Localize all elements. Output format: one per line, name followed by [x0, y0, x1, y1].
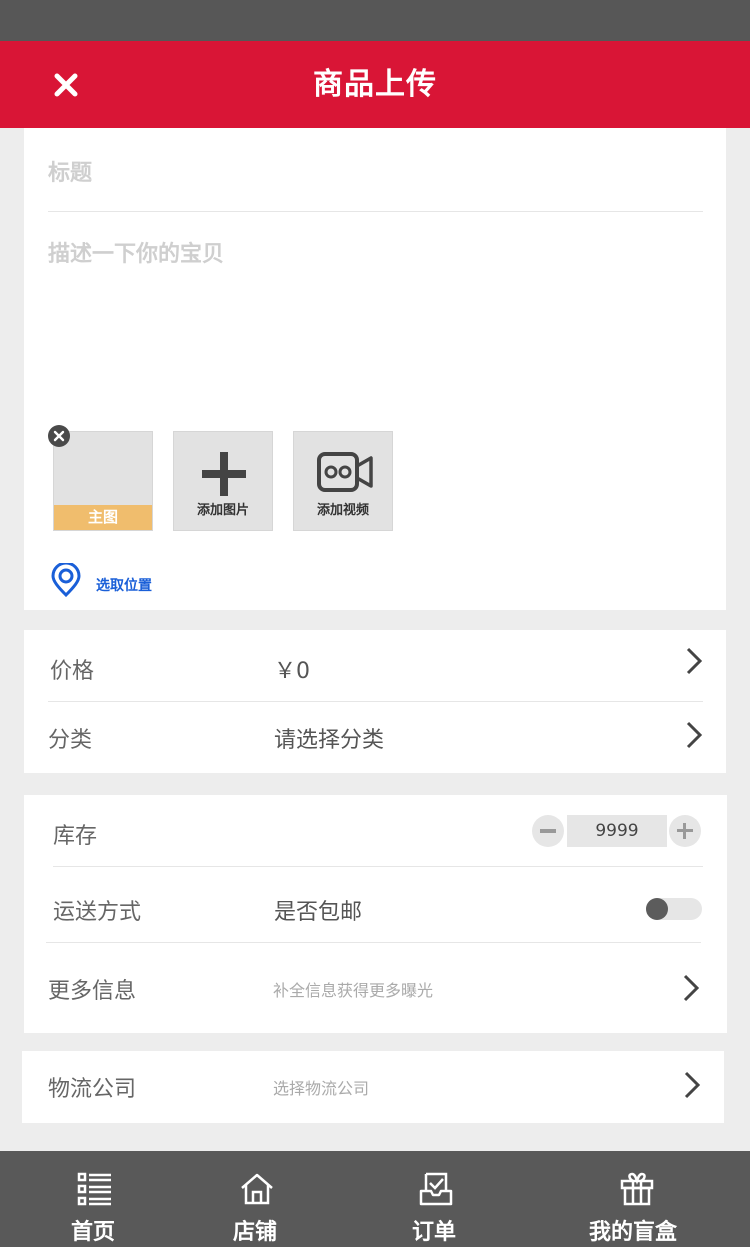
gift-box-icon: [620, 1172, 654, 1206]
plus-icon: [677, 823, 693, 839]
description-textarea[interactable]: 描述一下你的宝贝: [48, 236, 703, 406]
remove-image-button[interactable]: [48, 425, 70, 447]
minus-icon: [540, 829, 556, 833]
logistics-card: 物流公司 选择物流公司: [22, 1051, 724, 1123]
free-shipping-label: 是否包邮: [274, 900, 363, 925]
price-category-card: 价格 ￥0 分类 请选择分类: [24, 630, 726, 773]
stock-shipping-card: 库存 9999 运送方式 是否包邮 更多信息 补全信息获得更多曝光: [24, 795, 727, 1033]
select-location-button[interactable]: 选取位置: [50, 563, 190, 597]
stock-quantity-input[interactable]: 9999: [567, 815, 667, 847]
more-info-label: 更多信息: [48, 979, 137, 1004]
stock-label: 库存: [53, 824, 98, 849]
add-video-button[interactable]: 添加视频: [293, 431, 393, 531]
tab-home[interactable]: 首页: [50, 1151, 140, 1247]
add-image-button[interactable]: 添加图片: [173, 431, 273, 531]
logistics-row[interactable]: 物流公司 选择物流公司: [22, 1051, 724, 1123]
order-check-icon: [419, 1172, 453, 1206]
category-label: 分类: [48, 728, 93, 753]
logistics-label: 物流公司: [48, 1077, 137, 1102]
status-bar: [0, 0, 750, 41]
tab-shop-label: 店铺: [233, 1220, 278, 1245]
more-info-row[interactable]: 更多信息 补全信息获得更多曝光: [24, 943, 727, 1033]
list-icon: [77, 1172, 111, 1206]
free-shipping-toggle[interactable]: [646, 898, 702, 920]
more-info-hint: 补全信息获得更多曝光: [273, 981, 434, 1000]
page-title: 商品上传: [313, 67, 437, 102]
main-image-badge: 主图: [54, 505, 152, 530]
tab-shop[interactable]: 店铺: [212, 1151, 302, 1247]
price-label: 价格: [50, 659, 95, 684]
location-pin-icon: [51, 563, 81, 597]
plus-icon: [202, 452, 246, 496]
header-bar: 商品上传: [0, 41, 750, 128]
price-value: ￥0: [274, 659, 310, 684]
chevron-right-icon: [683, 974, 700, 1002]
tab-my-blind-box-label: 我的盲盒: [589, 1220, 678, 1245]
video-camera-icon: [317, 452, 373, 492]
decrease-stock-button[interactable]: [532, 815, 564, 847]
chevron-right-icon: [684, 1071, 701, 1099]
add-image-label: 添加图片: [196, 503, 249, 518]
category-row[interactable]: 分类 请选择分类: [24, 702, 726, 773]
toggle-knob: [646, 898, 668, 920]
shipping-label: 运送方式: [53, 900, 142, 925]
add-video-label: 添加视频: [316, 503, 369, 518]
chevron-right-icon: [686, 721, 703, 749]
tab-orders-label: 订单: [412, 1220, 457, 1245]
home-icon: [241, 1173, 273, 1205]
increase-stock-button[interactable]: [669, 815, 701, 847]
shipping-row: 运送方式 是否包邮: [24, 867, 727, 943]
category-value: 请选择分类: [274, 728, 385, 753]
title-input[interactable]: 标题: [48, 155, 92, 187]
chevron-right-icon: [686, 647, 703, 675]
stock-row: 库存 9999: [24, 795, 727, 867]
close-icon: [53, 430, 65, 442]
tab-orders[interactable]: 订单: [391, 1151, 481, 1247]
main-image-slot[interactable]: 主图: [53, 431, 153, 531]
logistics-hint: 选择物流公司: [273, 1079, 370, 1098]
tab-my-blind-box[interactable]: 我的盲盒: [580, 1151, 700, 1247]
tab-home-label: 首页: [71, 1220, 116, 1245]
content-card: 标题 描述一下你的宝贝 主图 添加图片 添加视频 选取位置: [24, 128, 726, 610]
price-row[interactable]: 价格 ￥0: [24, 630, 726, 702]
divider: [48, 211, 703, 212]
bottom-tab-bar: 首页 店铺 订单 我的盲盒: [0, 1151, 750, 1247]
select-location-label: 选取位置: [96, 578, 152, 594]
